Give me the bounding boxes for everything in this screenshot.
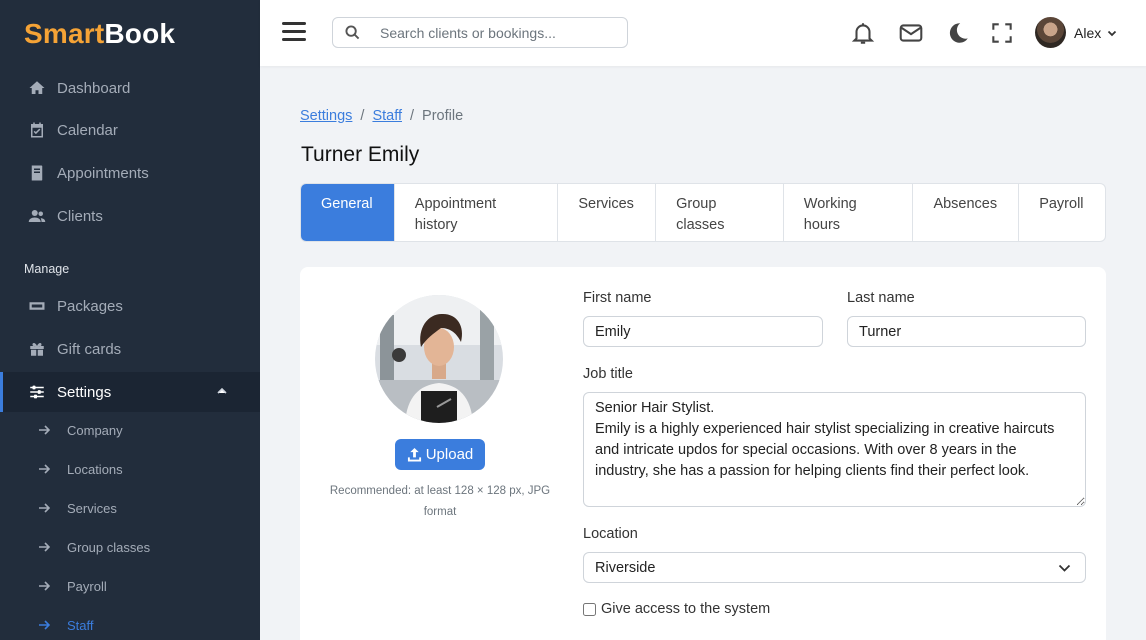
search-input[interactable] [380, 24, 600, 41]
arrow-right-icon [39, 620, 50, 630]
book-icon [31, 165, 43, 181]
sidebar-item-appointments[interactable]: Appointments [0, 153, 260, 193]
sidebar: SmartBook Dashboard Calendar Appointment… [0, 0, 260, 640]
arrow-right-icon [39, 581, 50, 591]
job-title-label: Job title [583, 366, 633, 382]
sidebar-item-calendar[interactable]: Calendar [0, 110, 260, 150]
gift-icon [30, 342, 44, 356]
first-name-label: First name [583, 290, 652, 306]
profile-photo [375, 295, 503, 423]
tab-payroll[interactable]: Payroll [1019, 184, 1105, 241]
page-title: Turner Emily [301, 143, 420, 166]
job-title-textarea[interactable]: Senior Hair Stylist. Emily is a highly e… [583, 392, 1086, 507]
access-checkbox[interactable] [583, 602, 596, 616]
photo-recommendation: Recommended: at least 128 × 128 px, JPG … [329, 485, 551, 518]
users-icon [28, 210, 46, 222]
tab-general[interactable]: General [301, 184, 395, 241]
messages-button[interactable] [898, 20, 924, 46]
sidebar-subitem-payroll[interactable]: Payroll [0, 569, 260, 603]
sidebar-item-packages[interactable]: Packages [0, 286, 260, 326]
fullscreen-icon [992, 23, 1012, 43]
sidebar-item-gift-cards[interactable]: Gift cards [0, 329, 260, 369]
search-box[interactable] [332, 17, 628, 48]
last-name-label: Last name [847, 290, 915, 306]
breadcrumb-settings-link[interactable]: Settings [300, 108, 352, 124]
sidebar-subitem-staff[interactable]: Staff [0, 608, 260, 640]
user-menu[interactable]: Alex [1035, 17, 1117, 48]
access-checkbox-row[interactable]: Give access to the system [583, 601, 770, 617]
arrow-right-icon [39, 503, 50, 513]
location-label: Location [583, 526, 638, 542]
tab-group-classes[interactable]: Group classes [656, 184, 784, 241]
search-icon [345, 25, 360, 40]
menu-toggle-icon[interactable] [282, 22, 306, 44]
sidebar-item-settings[interactable]: Settings [0, 372, 260, 412]
sidebar-item-clients[interactable]: Clients [0, 196, 260, 236]
chevron-down-icon [1058, 564, 1071, 572]
upload-button[interactable]: Upload [395, 439, 485, 470]
arrow-right-icon [39, 542, 50, 552]
profile-card: Upload Recommended: at least 128 × 128 p… [300, 267, 1106, 640]
envelope-icon [899, 24, 923, 42]
sliders-icon [30, 385, 44, 399]
moon-icon [949, 23, 968, 43]
arrow-right-icon [39, 425, 50, 435]
sidebar-subitem-company[interactable]: Company [0, 413, 260, 447]
notifications-button[interactable] [850, 20, 876, 46]
breadcrumb-staff-link[interactable]: Staff [372, 108, 402, 124]
tab-absences[interactable]: Absences [913, 184, 1020, 241]
profile-tabs: General Appointment history Services Grou… [300, 183, 1106, 242]
breadcrumb: Settings / Staff / Profile [300, 108, 464, 124]
tab-services[interactable]: Services [558, 184, 657, 241]
calendar-check-icon [31, 122, 43, 138]
home-icon [29, 81, 45, 94]
bell-icon [851, 23, 875, 44]
brand-logo[interactable]: SmartBook [0, 0, 260, 70]
upload-icon [407, 447, 421, 462]
user-name: Alex [1074, 24, 1102, 41]
top-header: Alex [260, 0, 1146, 66]
sidebar-subitem-services[interactable]: Services [0, 491, 260, 525]
chevron-up-icon [217, 387, 227, 394]
location-select[interactable]: Riverside [583, 552, 1086, 583]
tab-appointment-history[interactable]: Appointment history [395, 184, 559, 241]
sidebar-subitem-locations[interactable]: Locations [0, 452, 260, 486]
fullscreen-button[interactable] [989, 20, 1015, 46]
package-icon [29, 302, 45, 310]
sidebar-subitem-group-classes[interactable]: Group classes [0, 530, 260, 564]
sidebar-item-dashboard[interactable]: Dashboard [0, 68, 260, 108]
breadcrumb-current: Profile [422, 108, 464, 124]
tab-working-hours[interactable]: Working hours [784, 184, 914, 241]
avatar [1035, 17, 1066, 48]
theme-toggle-button[interactable] [945, 20, 971, 46]
sidebar-section-manage: Manage [24, 262, 70, 276]
arrow-right-icon [39, 464, 50, 474]
last-name-input[interactable] [847, 316, 1086, 347]
chevron-down-icon [1108, 30, 1117, 36]
first-name-input[interactable] [583, 316, 823, 347]
